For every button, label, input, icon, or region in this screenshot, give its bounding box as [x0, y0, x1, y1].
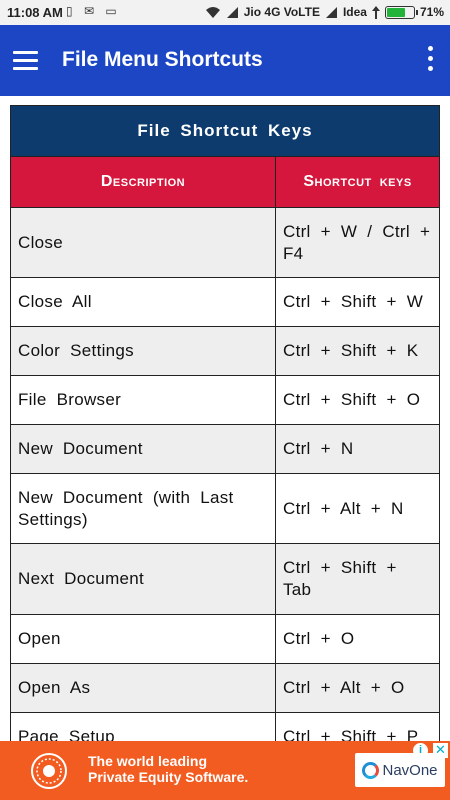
battery-icon	[384, 5, 418, 19]
table-row: Open As Ctrl + Alt + O	[10, 663, 440, 713]
ad-headline: The world leading	[88, 753, 208, 769]
ad-cta-label: NavOne	[382, 761, 438, 779]
target-logo-icon	[31, 753, 67, 789]
navone-logo-icon	[362, 761, 380, 779]
ad-info-icon[interactable]: i	[413, 743, 428, 758]
shortcut-cell: Ctrl + Shift + O	[275, 375, 440, 425]
shortcut-cell: Ctrl + Shift + P	[275, 712, 440, 741]
shortcut-cell: Ctrl + N	[275, 424, 440, 474]
status-right: Jio 4G VoLTE Idea 71%	[205, 5, 444, 19]
description-cell: New Document (with Last Settings)	[10, 473, 276, 544]
table-title: File Shortcut Keys	[10, 105, 440, 157]
table-row: New Document Ctrl + N	[10, 424, 440, 474]
hamburger-menu-icon[interactable]	[13, 51, 38, 70]
shortcut-cell: Ctrl + Alt + N	[275, 473, 440, 544]
table-row: Close Ctrl + W / Ctrl + F4	[10, 207, 440, 278]
table-row: New Document (with Last Settings) Ctrl +…	[10, 473, 440, 544]
column-header-shortcut: Shortcut keys	[275, 156, 440, 208]
table-row: Color Settings Ctrl + Shift + K	[10, 326, 440, 376]
overflow-menu-icon[interactable]	[426, 46, 434, 74]
description-cell: File Browser	[10, 375, 276, 425]
table-row: Page Setup Ctrl + Shift + P	[10, 712, 440, 741]
column-header-description: Description	[10, 156, 276, 208]
ad-cta-button[interactable]: NavOne	[355, 753, 445, 787]
app-bar: File Menu Shortcuts	[0, 25, 450, 96]
description-cell: Close	[10, 207, 276, 278]
table-row: Close All Ctrl + Shift + W	[10, 277, 440, 327]
ad-text: The world leading Private Equity Softwar…	[88, 753, 248, 785]
description-cell: Page Setup	[10, 712, 276, 741]
description-cell: Color Settings	[10, 326, 276, 376]
shortcut-cell: Ctrl + Shift + W	[275, 277, 440, 327]
description-cell: Open	[10, 614, 276, 664]
shortcut-cell: Ctrl + Alt + O	[275, 663, 440, 713]
table-row: Open Ctrl + O	[10, 614, 440, 664]
signal-icon	[325, 6, 337, 18]
description-cell: Next Document	[10, 543, 276, 615]
shortcut-cell: Ctrl + Shift + K	[275, 326, 440, 376]
description-cell: Close All	[10, 277, 276, 327]
shortcut-table: File Shortcut Keys Description Shortcut …	[10, 105, 440, 741]
status-bar: 11:08 AM ▯ ✉ ▭ Jio 4G VoLTE Idea 71%	[0, 0, 450, 25]
shortcut-cell: Ctrl + Shift + Tab	[275, 543, 440, 615]
ad-subline: Private Equity Software.	[88, 769, 249, 785]
table-row: Next Document Ctrl + Shift + Tab	[10, 543, 440, 615]
shortcut-cell: Ctrl + O	[275, 614, 440, 664]
carrier-secondary: Idea	[342, 5, 367, 19]
shortcut-table-container[interactable]: File Shortcut Keys Description Shortcut …	[10, 105, 440, 741]
ad-close-icon[interactable]: ✕	[433, 743, 448, 758]
data-transfer-icon	[371, 5, 380, 19]
description-cell: Open As	[10, 663, 276, 713]
description-cell: New Document	[10, 424, 276, 474]
page-title: File Menu Shortcuts	[62, 48, 263, 71]
carrier-primary: Jio 4G VoLTE	[243, 5, 320, 19]
table-row: File Browser Ctrl + Shift + O	[10, 375, 440, 425]
ad-banner[interactable]: The world leading Private Equity Softwar…	[0, 741, 450, 800]
wifi-icon	[205, 6, 220, 18]
clock: 11:08 AM	[7, 5, 63, 20]
battery-percent: 71%	[419, 5, 444, 19]
signal-icon	[226, 6, 238, 18]
notification-icons: ▯ ✉ ▭	[66, 4, 121, 18]
shortcut-cell: Ctrl + W / Ctrl + F4	[275, 207, 440, 278]
